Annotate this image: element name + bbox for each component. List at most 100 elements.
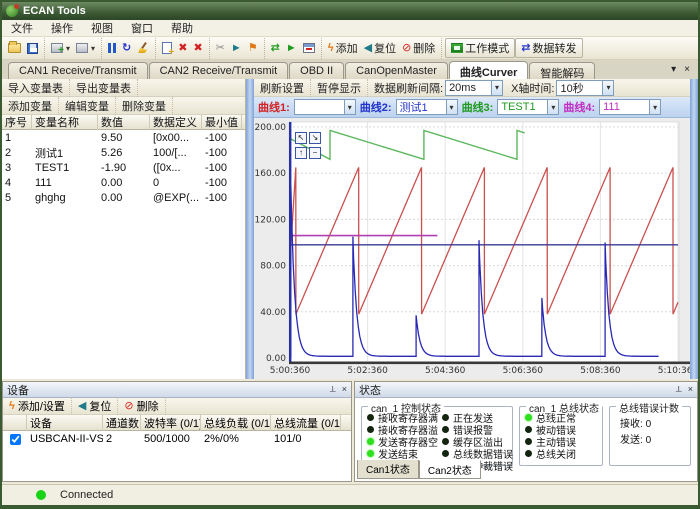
tx-error-count: 0: [646, 435, 652, 446]
menu-operate[interactable]: 操作: [42, 19, 82, 37]
svg-text:5:00:360: 5:00:360: [270, 366, 311, 376]
close-icon[interactable]: ×: [688, 384, 693, 395]
trigger-button[interactable]: ►: [228, 42, 245, 55]
chart-zoom-controls: ↖ ↘ ↑ −: [295, 132, 322, 159]
tab-curve[interactable]: 曲线Curver: [449, 61, 528, 79]
add-device-button[interactable]: ▾: [48, 42, 73, 54]
table-row[interactable]: 41110.000-100: [2, 175, 245, 190]
reset-button[interactable]: ◀复位: [361, 39, 399, 57]
tab-list-dropdown[interactable]: ▾: [671, 64, 676, 75]
data-forward-button[interactable]: ⇄数据转发: [515, 38, 582, 58]
tab-decode[interactable]: 智能解码: [529, 62, 595, 79]
curve-selector-row: 曲线1: ▾ 曲线2: 测试1▾ 曲线3: TEST1▾ 曲线4: 111▾: [254, 97, 690, 118]
led-bus-data-error: [442, 450, 449, 457]
main-toolbar: ▾ ▾ ↻ ✖ ✖ ✂ ► ⚑ ⇄ ► ϟ添加 ◀复位 ⊘删除 工作: [2, 37, 698, 60]
interval-select[interactable]: 20ms▾: [445, 80, 503, 96]
pause-button[interactable]: [105, 42, 119, 54]
device-config-button[interactable]: ▾: [73, 42, 98, 54]
control-status-group: can_1 控制状态 接收寄存器满 接收寄存器溢 发送寄存器空 发送结束 正在接…: [361, 406, 513, 466]
chevron-down-icon: ▾: [446, 100, 457, 114]
table-row[interactable]: 5ghghg0.00@EXP(...-100: [2, 190, 245, 205]
curve2-select[interactable]: 测试1▾: [396, 99, 458, 115]
menu-file[interactable]: 文件: [2, 19, 42, 37]
tool-x-icon: ✖: [178, 43, 187, 54]
curve3-label: 曲线3:: [462, 99, 494, 115]
vertical-scrollbar[interactable]: [690, 79, 698, 379]
add-curve-button[interactable]: ϟ添加: [325, 39, 361, 57]
open-folder-icon: [8, 43, 21, 53]
save-button[interactable]: [24, 42, 41, 55]
exchange-button[interactable]: ⇄: [268, 42, 283, 55]
tab-canopen[interactable]: CanOpenMaster: [345, 62, 448, 79]
refresh-settings-button[interactable]: 刷新设置: [254, 79, 311, 97]
device-name: USBCAN-II-VS: [27, 433, 103, 445]
clear-button[interactable]: [134, 41, 152, 55]
svg-text:5:10:360: 5:10:360: [658, 366, 690, 376]
delete-button[interactable]: ⊘删除: [399, 39, 438, 57]
pause-display-button[interactable]: 暂停显示: [311, 79, 368, 97]
cut-button[interactable]: ✂: [213, 42, 228, 55]
led-rx-overflow: [367, 426, 374, 433]
edit-variable-button[interactable]: 编辑变量: [59, 97, 116, 115]
xaxis-time-select[interactable]: 10秒▾: [556, 80, 614, 96]
zoom-x-button[interactable]: −: [309, 147, 321, 159]
connection-status-text: Connected: [60, 489, 113, 501]
splitter[interactable]: [246, 79, 254, 379]
table-row[interactable]: 3TEST1-1.90([0x...-100: [2, 160, 245, 175]
window-min-button[interactable]: [300, 42, 318, 54]
curve-panel: 刷新设置 暂停显示 数据刷新间隔: 20ms▾ X轴时间: 10秒▾ 曲线1: …: [254, 79, 690, 379]
tab-can2-status[interactable]: Can2状态: [419, 460, 481, 479]
import-vartable-button[interactable]: 导入变量表: [2, 79, 70, 97]
delete-variable-button[interactable]: 删除变量: [116, 97, 173, 115]
run-flag-icon: ►: [231, 43, 242, 54]
connect-button[interactable]: ►: [283, 42, 300, 55]
menu-view[interactable]: 视图: [82, 19, 122, 37]
add-variable-button[interactable]: 添加变量: [2, 97, 59, 115]
edit-frame-button[interactable]: ✖: [175, 42, 190, 55]
tab-close-button[interactable]: ×: [684, 64, 690, 75]
svg-text:5:02:360: 5:02:360: [347, 366, 388, 376]
table-row[interactable]: 2测试15.26100/[...-100: [2, 145, 245, 160]
device-delete-button[interactable]: ⊘删除: [118, 397, 165, 415]
menu-window[interactable]: 窗口: [122, 19, 162, 37]
close-icon[interactable]: ×: [342, 384, 347, 395]
device-traffic: 101/0: [271, 433, 341, 445]
zoom-out-button[interactable]: ↘: [309, 132, 321, 144]
curve4-select[interactable]: 111▾: [599, 99, 661, 115]
variable-table-header: 序号 变量名称 数值 数据定义 最小值: [2, 115, 245, 130]
svg-text:5:08:360: 5:08:360: [580, 366, 621, 376]
device-reset-button[interactable]: ◀复位: [72, 397, 118, 415]
table-row[interactable]: 19.50[0x00...-100: [2, 130, 245, 145]
tab-obd2[interactable]: OBD II: [289, 62, 344, 79]
new-frame-button[interactable]: [159, 41, 175, 55]
device-panel-title: 设备: [7, 382, 29, 398]
refresh-button[interactable]: ↻: [119, 42, 134, 55]
zoom-y-button[interactable]: ↑: [295, 147, 307, 159]
tab-can2[interactable]: CAN2 Receive/Transmit: [149, 62, 289, 79]
work-mode-button[interactable]: 工作模式: [445, 38, 515, 58]
tab-can1[interactable]: CAN1 Receive/Transmit: [8, 62, 148, 79]
menu-help[interactable]: 帮助: [162, 19, 202, 37]
zoom-in-button[interactable]: ↖: [295, 132, 307, 144]
device-enabled-checkbox[interactable]: [10, 434, 21, 445]
device-panel-titlebar: 设备 ⟂ ×: [3, 382, 351, 398]
tab-can1-status[interactable]: Can1状态: [357, 460, 419, 479]
app-logo-icon: [6, 5, 18, 17]
pause-icon: [108, 43, 116, 53]
svg-text:80.00: 80.00: [260, 262, 286, 272]
curve2-label: 曲线2:: [360, 99, 392, 115]
curve3-select[interactable]: TEST1▾: [497, 99, 559, 115]
export-vartable-button[interactable]: 导出变量表: [70, 79, 138, 97]
delete-frame-button[interactable]: ✖: [190, 42, 205, 55]
lightning-icon: ϟ: [328, 43, 334, 54]
device-add-button[interactable]: ϟ添加/设置: [3, 397, 72, 415]
curve1-select[interactable]: ▾: [294, 99, 356, 115]
flag-button[interactable]: ⚑: [245, 42, 261, 55]
device-row[interactable]: USBCAN-II-VS 2 500/1000 2%/0% 101/0: [3, 431, 351, 447]
chevron-down-icon: ▾: [602, 81, 613, 95]
pin-icon[interactable]: ⟂: [330, 384, 336, 395]
chevron-down-icon: ▾: [66, 44, 70, 53]
open-button[interactable]: [5, 42, 24, 54]
pin-icon[interactable]: ⟂: [676, 384, 682, 395]
led-bus-off: [525, 450, 532, 457]
